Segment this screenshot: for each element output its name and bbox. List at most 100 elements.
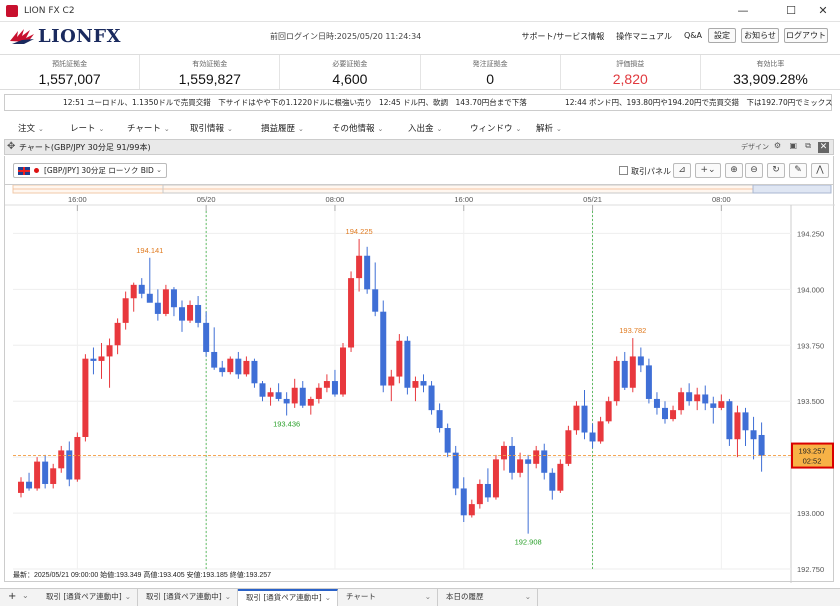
chevron-down-icon: ⌄ <box>524 592 531 601</box>
logout-button[interactable]: ログアウト <box>784 28 828 43</box>
menu-pl-history[interactable]: 損益履歴 ⌄ <box>261 122 304 134</box>
add-tab-icon[interactable]: + <box>8 591 16 602</box>
y-tick-label: 194.000 <box>797 285 824 294</box>
candle-body <box>509 445 516 473</box>
indicator-icon[interactable]: ⋀ <box>811 163 829 178</box>
crosshair-icon[interactable]: +⌄ <box>695 163 721 178</box>
candle-body <box>605 401 612 422</box>
y-tick-label: 193.500 <box>797 397 824 406</box>
tab-label: 取引 [通貨ペア連動中] <box>46 592 122 601</box>
candle-body <box>517 459 524 473</box>
candle-body <box>18 481 24 493</box>
move-icon[interactable]: ✥ <box>7 141 15 152</box>
layout-icon[interactable]: ▣ <box>789 141 797 150</box>
tab-label: チャート <box>346 592 376 601</box>
summary-label: 発注証拠金 <box>472 60 508 68</box>
menu-deposit[interactable]: 入出金 ⌄ <box>408 122 442 134</box>
support-link[interactable]: サポート/サービス情報 <box>522 31 605 42</box>
trade-panel-toggle[interactable]: 取引パネル <box>619 166 671 177</box>
menu-trade-info[interactable]: 取引情報 ⌄ <box>190 122 233 134</box>
menu-order[interactable]: 注文 ⌄ <box>18 122 44 134</box>
chevron-down-icon: ⌄ <box>227 125 233 133</box>
chevron-down-icon[interactable]: ⌄ <box>22 591 29 600</box>
close-icon[interactable]: ✕ <box>818 142 829 153</box>
pen-icon[interactable]: ✎ <box>789 163 807 178</box>
minimize-button[interactable]: — <box>726 0 760 22</box>
summary-value: 1,557,007 <box>38 71 101 87</box>
chevron-down-icon: ⌄ <box>224 592 231 601</box>
candle-body <box>66 450 73 480</box>
qa-link[interactable]: Q&A <box>684 31 702 42</box>
news-ticker[interactable]: 12:51 ユーロドル、1.1350ドルで売買交錯 下サイドはやや下の1.122… <box>4 94 833 111</box>
candle-body <box>114 322 121 346</box>
menu-window[interactable]: ウィンドウ ⌄ <box>470 122 521 134</box>
app-header: LIONFX 前回ログイン日時:2025/05/20 11:24:34 サポート… <box>0 22 840 50</box>
candle-body <box>501 445 507 460</box>
candle-body <box>686 392 693 402</box>
candle-body <box>219 367 226 373</box>
maximize-button[interactable]: ☐ <box>774 0 808 22</box>
menu-label: 入出金 <box>408 124 434 134</box>
candle-body <box>50 468 57 484</box>
candle-body <box>420 381 427 386</box>
menu-other-info[interactable]: その他情報 ⌄ <box>332 122 383 134</box>
chart-svg[interactable]: 192.750193.000193.250193.500193.750194.0… <box>5 185 835 583</box>
candlestick-chart[interactable]: 192.750193.000193.250193.500193.750194.0… <box>4 184 835 583</box>
news-item[interactable]: 12:45 ドル円、軟調 143.70円台まで下落 <box>379 95 527 110</box>
y-tick-label: 193.000 <box>797 509 824 518</box>
close-window-button[interactable]: ✕ <box>806 0 840 22</box>
summary-label: 必要証拠金 <box>332 60 368 68</box>
price-annotation: 192.908 <box>515 538 542 547</box>
candle-body <box>364 255 371 290</box>
settings-button[interactable]: 設定 <box>708 28 736 43</box>
chevron-down-icon: ⌄ <box>98 125 105 133</box>
menu-label: その他情報 <box>332 124 375 134</box>
summary-effective-margin: 有効証拠金 1,559,827 <box>140 55 281 89</box>
candle-body <box>388 376 395 386</box>
news-item[interactable]: 12:51 ユーロドル、1.1350ドルで売買交錯 下サイドはやや下の1.122… <box>63 95 372 110</box>
tab-trade-2[interactable]: 取引 [通貨ペア連動中] ⌄ <box>138 589 238 606</box>
menu-rate[interactable]: レート ⌄ <box>70 122 104 134</box>
design-label[interactable]: デザイン <box>741 142 769 152</box>
candle-body <box>34 461 41 489</box>
summary-effective-ratio: 有効比率 33,909.28% <box>701 55 840 89</box>
candle-body <box>227 358 234 373</box>
candle-body <box>621 360 628 388</box>
price-annotation: 193.782 <box>619 326 646 335</box>
news-item[interactable]: 12:44 ポンド円、193.80円や194.20円で売買交錯 下は192.70… <box>565 95 833 110</box>
account-summary: 預託証拠金 1,557,007 有効証拠金 1,559,827 必要証拠金 4,… <box>0 54 840 90</box>
candle-body <box>187 304 194 321</box>
zoom-in-icon[interactable]: ⊕ <box>725 163 743 178</box>
refresh-icon[interactable]: ↻ <box>767 163 785 178</box>
lion-mane-icon <box>10 29 34 44</box>
trade-panel-checkbox[interactable] <box>619 166 628 175</box>
notice-button[interactable]: お知らせ <box>741 28 779 43</box>
candle-body <box>74 436 81 480</box>
candle-body <box>106 345 113 357</box>
candle-body <box>525 459 532 464</box>
detach-icon[interactable]: ⧉ <box>805 141 811 151</box>
drawing-icon[interactable]: ⊿ <box>673 163 691 178</box>
manual-link[interactable]: 操作マニュアル <box>616 31 672 42</box>
candle-body <box>468 504 475 516</box>
menu-chart[interactable]: チャート ⌄ <box>127 122 170 134</box>
tab-trade-1[interactable]: 取引 [通貨ペア連動中] ⌄ <box>38 589 138 606</box>
tab-today-history[interactable]: 本日の履歴 ⌄ <box>438 589 538 606</box>
menu-label: 取引情報 <box>190 124 225 134</box>
y-tick-label: 192.750 <box>797 565 824 574</box>
tab-trade-3[interactable]: 取引 [通貨ペア連動中] ⌄ <box>238 589 338 606</box>
pair-select[interactable]: [GBP/JPY] 30分足 ローソク BID ⌄ <box>13 163 167 178</box>
candle-body <box>130 284 137 299</box>
tab-chart[interactable]: チャート ⌄ <box>338 589 438 606</box>
candle-body <box>179 307 185 321</box>
candle-body <box>662 407 668 420</box>
summary-order-margin: 発注証拠金 0 <box>421 55 561 89</box>
candle-body <box>678 392 685 411</box>
gear-icon[interactable]: ⚙ <box>774 141 781 150</box>
candle-body <box>565 430 572 464</box>
zoom-out-icon[interactable]: ⊖ <box>745 163 763 178</box>
candle-body <box>26 481 33 489</box>
logo-text: LIONFX <box>38 25 121 47</box>
summary-label: 評価損益 <box>616 60 645 68</box>
menu-analysis[interactable]: 解析 ⌄ <box>536 122 562 134</box>
